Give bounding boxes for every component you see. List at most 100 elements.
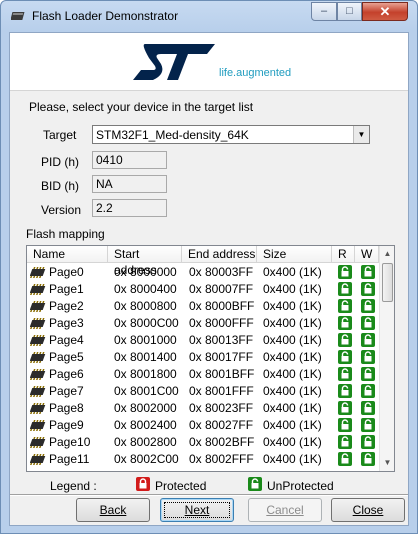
cell-size: 0x400 (1K): [263, 401, 322, 415]
scroll-up-arrow-icon[interactable]: ▲: [380, 246, 394, 262]
memory-chip-icon: [30, 437, 46, 448]
table-row[interactable]: Page7 0x 8001C00 0x 8001FFF 0x400 (1K): [27, 383, 379, 400]
memory-chip-icon: [30, 386, 46, 397]
cell-size: 0x400 (1K): [263, 299, 322, 313]
memory-chip-icon: [30, 403, 46, 414]
minimize-button[interactable]: –: [311, 2, 337, 21]
unprotected-lock-icon: [338, 333, 352, 347]
vertical-scrollbar[interactable]: ▲ ▼: [379, 246, 394, 471]
cell-size: 0x400 (1K): [263, 367, 322, 381]
cell-start: 0x 8000000: [114, 265, 177, 279]
cell-end: 0x 80027FF: [189, 418, 254, 432]
cell-end: 0x 8000BFF: [189, 299, 255, 313]
cell-end: 0x 80007FF: [189, 282, 254, 296]
pid-label: PID (h): [41, 155, 80, 169]
memory-chip-icon: [30, 335, 46, 346]
cell-size: 0x400 (1K): [263, 384, 322, 398]
maximize-button[interactable]: □: [337, 2, 362, 21]
cell-size: 0x400 (1K): [263, 418, 322, 432]
dialog-client: life.augmented Please, select your devic…: [9, 32, 409, 526]
table-row[interactable]: Page6 0x 8001800 0x 8001BFF 0x400 (1K): [27, 366, 379, 383]
unprotected-lock-icon: [361, 299, 375, 313]
close-button[interactable]: Close: [331, 498, 405, 522]
table-row[interactable]: Page5 0x 8001400 0x 80017FF 0x400 (1K): [27, 349, 379, 366]
unprotected-lock-icon: [338, 435, 352, 449]
cell-name: Page5: [49, 350, 84, 364]
next-button-label: Next: [184, 503, 210, 517]
cell-start: 0x 8000C00: [114, 316, 179, 330]
memory-chip-icon: [30, 420, 46, 431]
footer-separator: [10, 494, 408, 496]
column-header-size[interactable]: Size: [257, 246, 332, 263]
column-header-name[interactable]: Name: [27, 246, 108, 263]
table-row[interactable]: Page10 0x 8002800 0x 8002BFF 0x400 (1K): [27, 434, 379, 451]
chevron-down-icon[interactable]: ▼: [353, 126, 369, 143]
unprotected-legend-text: UnProtected: [267, 479, 334, 493]
cell-name: Page11: [49, 452, 90, 466]
memory-chip-icon: [30, 352, 46, 363]
unprotected-lock-icon: [361, 435, 375, 449]
cell-end: 0x 80017FF: [189, 350, 254, 364]
bid-field: NA: [92, 175, 167, 193]
cell-size: 0x400 (1K): [263, 452, 322, 466]
table-row[interactable]: Page4 0x 8001000 0x 80013FF 0x400 (1K): [27, 332, 379, 349]
table-row[interactable]: Page9 0x 8002400 0x 80027FF 0x400 (1K): [27, 417, 379, 434]
cell-end: 0x 8002BFF: [189, 435, 255, 449]
cell-start: 0x 8002800: [114, 435, 177, 449]
cell-start: 0x 8001400: [114, 350, 177, 364]
cell-end: 0x 80003FF: [189, 265, 254, 279]
unprotected-lock-icon: [361, 350, 375, 364]
column-header-read[interactable]: R: [332, 246, 355, 263]
table-row[interactable]: Page2 0x 8000800 0x 8000BFF 0x400 (1K): [27, 298, 379, 315]
cell-start: 0x 8001800: [114, 367, 177, 381]
column-header-start-address[interactable]: Start address: [108, 246, 182, 277]
unprotected-lock-icon: [338, 401, 352, 415]
unprotected-lock-icon: [338, 350, 352, 364]
back-button[interactable]: Back: [76, 498, 150, 522]
close-button-label: Close: [352, 503, 384, 517]
column-header-write[interactable]: W: [355, 246, 379, 263]
table-row[interactable]: Page0 0x 8000000 0x 80003FF 0x400 (1K): [27, 264, 379, 281]
cell-name: Page3: [49, 316, 84, 330]
scroll-down-arrow-icon[interactable]: ▼: [380, 455, 394, 471]
cell-size: 0x400 (1K): [263, 265, 322, 279]
memory-chip-icon: [30, 454, 46, 465]
cell-start: 0x 8002C00: [114, 452, 179, 466]
bid-label: BID (h): [41, 179, 80, 193]
scroll-thumb[interactable]: [382, 263, 393, 302]
target-label: Target: [43, 128, 77, 142]
title-bar[interactable]: Flash Loader Demonstrator – □ ✕: [1, 1, 417, 32]
cell-name: Page7: [49, 384, 84, 398]
flash-mapping-list[interactable]: Name Start address End address Size R W …: [26, 245, 395, 472]
cell-size: 0x400 (1K): [263, 282, 322, 296]
table-row[interactable]: Page1 0x 8000400 0x 80007FF 0x400 (1K): [27, 281, 379, 298]
table-row[interactable]: Page11 0x 8002C00 0x 8002FFF 0x400 (1K): [27, 451, 379, 468]
unprotected-lock-icon: [338, 316, 352, 330]
unprotected-lock-icon: [361, 282, 375, 296]
cell-end: 0x 8002FFF: [189, 452, 254, 466]
cell-size: 0x400 (1K): [263, 333, 322, 347]
next-button[interactable]: Next: [160, 498, 234, 522]
unprotected-lock-icon: [361, 384, 375, 398]
unprotected-lock-icon: [361, 367, 375, 381]
select-device-prompt: Please, select your device in the target…: [29, 100, 254, 114]
cell-name: Page8: [49, 401, 84, 415]
table-row[interactable]: Page8 0x 8002000 0x 80023FF 0x400 (1K): [27, 400, 379, 417]
cell-size: 0x400 (1K): [263, 316, 322, 330]
target-value: STM32F1_Med-density_64K: [96, 128, 249, 142]
cancel-button[interactable]: Cancel: [248, 498, 322, 522]
cancel-button-label: Cancel: [266, 503, 304, 517]
close-window-button[interactable]: ✕: [362, 2, 408, 21]
cell-start: 0x 8002400: [114, 418, 177, 432]
cell-name: Page1: [49, 282, 84, 296]
memory-chip-icon: [30, 284, 46, 295]
unprotected-lock-icon: [338, 299, 352, 313]
tagline: life.augmented: [219, 67, 292, 79]
memory-chip-icon: [30, 318, 46, 329]
cell-start: 0x 8002000: [114, 401, 177, 415]
target-select[interactable]: STM32F1_Med-density_64K ▼: [92, 125, 370, 144]
back-button-label: Back: [99, 503, 127, 517]
table-row[interactable]: Page3 0x 8000C00 0x 8000FFF 0x400 (1K): [27, 315, 379, 332]
app-window: Flash Loader Demonstrator – □ ✕ life.aug…: [0, 0, 418, 534]
column-header-end-address[interactable]: End address: [182, 246, 257, 263]
